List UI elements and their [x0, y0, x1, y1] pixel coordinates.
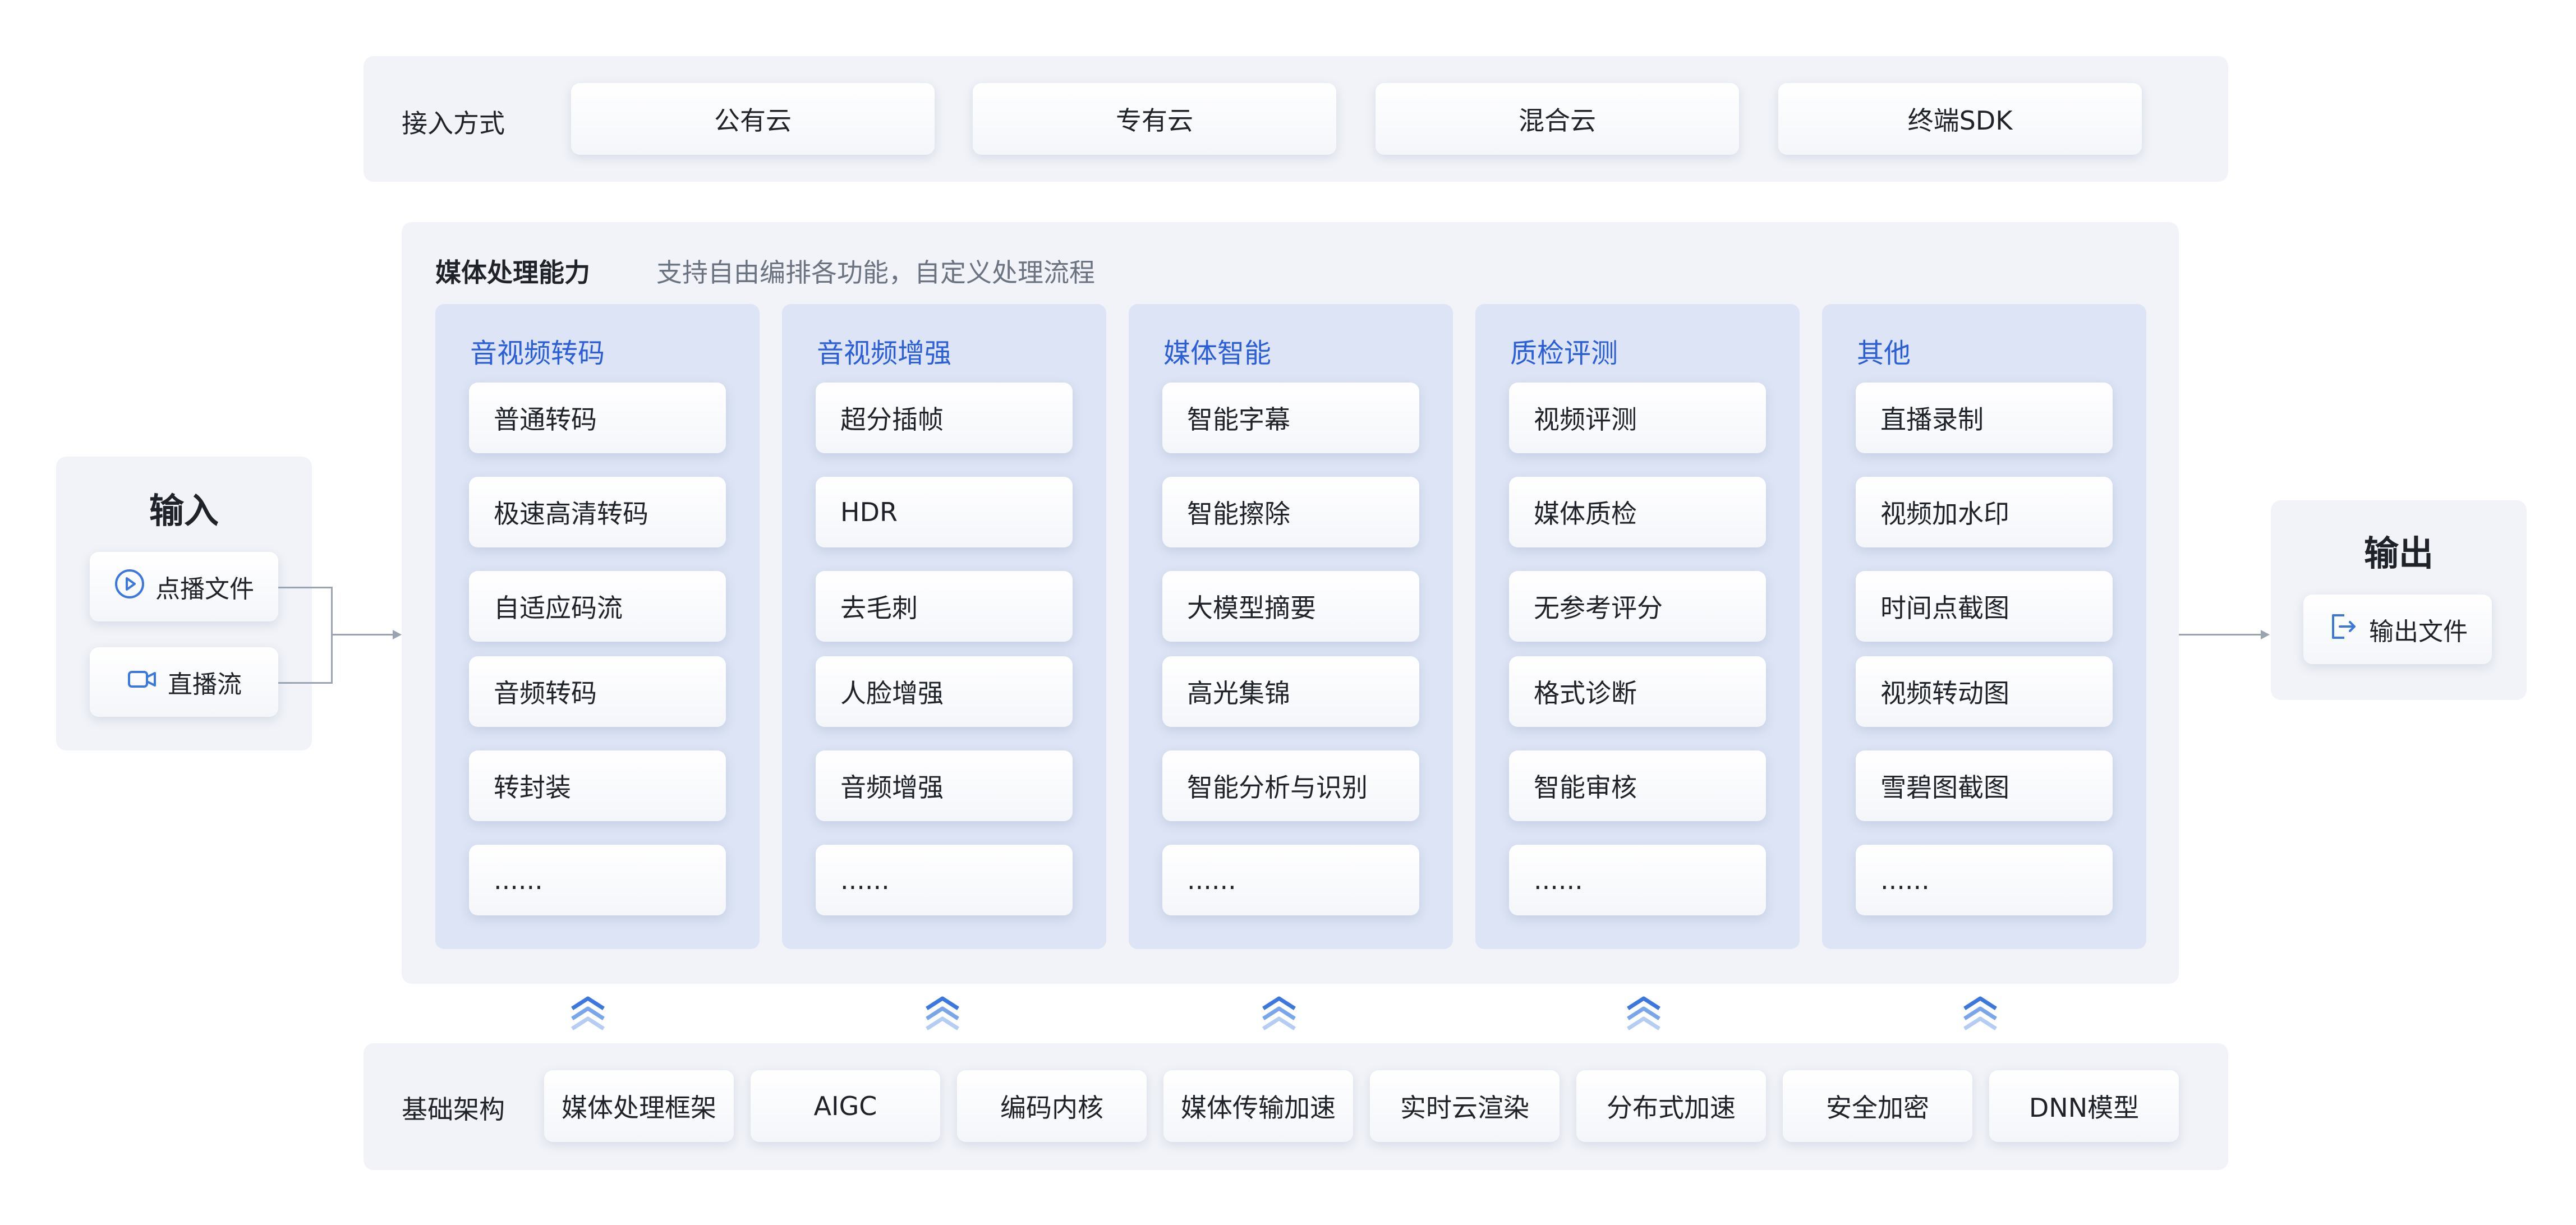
connector-line — [331, 634, 394, 635]
arrow-right-icon — [2261, 630, 2270, 639]
capability-item[interactable]: HDR — [816, 477, 1073, 547]
infra-label: 基础架构 — [402, 1094, 505, 1125]
infra-item[interactable]: 媒体处理框架 — [544, 1070, 734, 1142]
capability-item[interactable]: 视频评测 — [1509, 383, 1766, 453]
capability-item[interactable]: 视频加水印 — [1856, 477, 2113, 547]
capability-item[interactable]: 智能擦除 — [1162, 477, 1419, 547]
capability-item[interactable]: 雪碧图截图 — [1856, 750, 2113, 821]
infra-item[interactable]: AIGC — [751, 1070, 940, 1142]
input-vod-file[interactable]: 点播文件 — [90, 552, 278, 621]
column-title: 音视频增强 — [817, 338, 952, 369]
output-title: 输出 — [2363, 533, 2434, 574]
output-file[interactable]: 输出文件 — [2303, 595, 2492, 664]
media-subtitle: 支持自由编排各功能，自定义处理流程 — [656, 257, 1095, 288]
input-vod-label: 点播文件 — [155, 575, 254, 604]
column-title: 质检评测 — [1510, 338, 1618, 369]
capability-item-more[interactable]: ...... — [1856, 845, 2113, 915]
capability-column-quality: 质检评测 视频评测 媒体质检 无参考评分 格式诊断 智能审核 ...... — [1475, 304, 1800, 949]
infra-item[interactable]: 安全加密 — [1783, 1070, 1972, 1142]
connector-line — [278, 682, 332, 684]
file-export-icon — [2327, 611, 2359, 648]
chevron-up-icon — [1262, 996, 1296, 1030]
capability-item[interactable]: 直播录制 — [1856, 383, 2113, 453]
capability-item[interactable]: 极速高清转码 — [469, 477, 726, 547]
infra-item[interactable]: 分布式加速 — [1576, 1070, 1766, 1142]
capability-column-enhance: 音视频增强 超分插帧 HDR 去毛刺 人脸增强 音频增强 ...... — [782, 304, 1106, 949]
access-label: 接入方式 — [402, 108, 505, 139]
video-camera-icon — [126, 664, 158, 701]
chevron-up-icon — [1627, 996, 1660, 1030]
capability-item[interactable]: 自适应码流 — [469, 571, 726, 642]
capability-item[interactable]: 普通转码 — [469, 383, 726, 453]
chevron-up-icon — [571, 996, 605, 1030]
capability-item-more[interactable]: ...... — [469, 845, 726, 915]
capability-column-other: 其他 直播录制 视频加水印 时间点截图 视频转动图 雪碧图截图 ...... — [1822, 304, 2146, 949]
input-live-stream[interactable]: 直播流 — [90, 647, 278, 717]
output-file-label: 输出文件 — [2369, 618, 2468, 646]
media-title: 媒体处理能力 — [435, 257, 590, 288]
chevron-up-icon — [926, 996, 959, 1030]
capability-column-transcode: 音视频转码 普通转码 极速高清转码 自适应码流 音频转码 转封装 ...... — [435, 304, 760, 949]
capability-item[interactable]: 智能字幕 — [1162, 383, 1419, 453]
play-circle-icon — [114, 568, 145, 606]
arrow-right-icon — [393, 630, 402, 639]
infra-item[interactable]: DNN模型 — [1989, 1070, 2179, 1142]
chevron-up-icon — [1963, 996, 1997, 1030]
capability-item-more[interactable]: ...... — [1162, 845, 1419, 915]
capability-item[interactable]: 智能分析与识别 — [1162, 750, 1419, 821]
access-option-terminal-sdk[interactable]: 终端SDK — [1778, 83, 2142, 155]
capability-column-intelligence: 媒体智能 智能字幕 智能擦除 大模型摘要 高光集锦 智能分析与识别 ...... — [1129, 304, 1453, 949]
capability-item[interactable]: 大模型摘要 — [1162, 571, 1419, 642]
access-option-private-cloud[interactable]: 专有云 — [973, 83, 1336, 155]
input-title: 输入 — [149, 490, 219, 531]
capability-item-more[interactable]: ...... — [1509, 845, 1766, 915]
infra-item[interactable]: 编码内核 — [957, 1070, 1147, 1142]
access-option-public-cloud[interactable]: 公有云 — [571, 83, 935, 155]
access-option-hybrid-cloud[interactable]: 混合云 — [1376, 83, 1739, 155]
capability-item[interactable]: 转封装 — [469, 750, 726, 821]
capability-item[interactable]: 超分插帧 — [816, 383, 1073, 453]
infra-item[interactable]: 实时云渲染 — [1370, 1070, 1560, 1142]
capability-item[interactable]: 媒体质检 — [1509, 477, 1766, 547]
connector-line — [278, 587, 332, 588]
capability-item[interactable]: 去毛刺 — [816, 571, 1073, 642]
capability-item[interactable]: 时间点截图 — [1856, 571, 2113, 642]
capability-item[interactable]: 格式诊断 — [1509, 656, 1766, 727]
capability-item[interactable]: 高光集锦 — [1162, 656, 1419, 727]
capability-item[interactable]: 音频增强 — [816, 750, 1073, 821]
capability-item[interactable]: 人脸增强 — [816, 656, 1073, 727]
capability-item[interactable]: 视频转动图 — [1856, 656, 2113, 727]
connector-line — [2179, 634, 2263, 635]
infra-item[interactable]: 媒体传输加速 — [1163, 1070, 1353, 1142]
capability-item[interactable]: 无参考评分 — [1509, 571, 1766, 642]
column-title: 其他 — [1857, 338, 1911, 369]
capability-item-more[interactable]: ...... — [816, 845, 1073, 915]
column-title: 音视频转码 — [470, 338, 605, 369]
capability-item[interactable]: 智能审核 — [1509, 750, 1766, 821]
column-title: 媒体智能 — [1163, 338, 1272, 369]
input-live-label: 直播流 — [168, 670, 242, 699]
capability-item[interactable]: 音频转码 — [469, 656, 726, 727]
